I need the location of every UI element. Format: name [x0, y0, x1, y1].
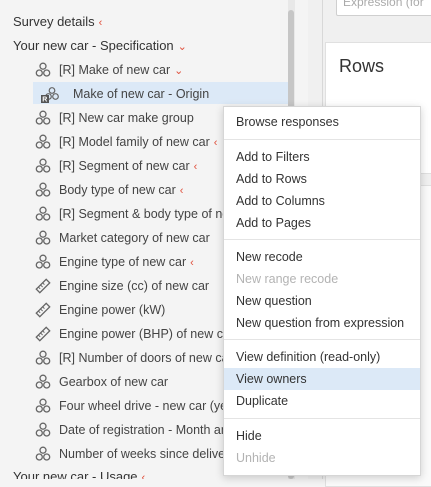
tree-item[interactable]: Number of weeks since delivery	[35, 443, 235, 465]
tree-item-label: [R] Model family of new car	[59, 135, 210, 149]
context-menu: Browse responses Add to Filters Add to Row…	[223, 106, 421, 476]
menu-item-new-recode[interactable]: New recode	[224, 246, 420, 268]
tree-item-label: Body type of new car	[59, 183, 176, 197]
menu-separator	[224, 418, 420, 419]
variable-set-icon	[35, 62, 51, 78]
tree-item-label: Engine power (BHP) of new car	[59, 327, 235, 341]
chevron-left-icon[interactable]: ‹	[190, 257, 194, 269]
variable-set-icon	[35, 350, 51, 366]
section-usage[interactable]: Your new car - Usage ‹	[13, 466, 145, 479]
ruler-icon	[35, 326, 51, 342]
tree-item-label: [R] Make of new car	[59, 63, 171, 77]
tree-item-label: Make of new car - Origin	[73, 87, 210, 101]
tree-item[interactable]: [R] Segment of new car ‹	[35, 155, 197, 177]
variable-set-icon	[35, 134, 51, 150]
menu-item-new-range-recode: New range recode	[236, 272, 339, 286]
variable-set-icon	[35, 254, 51, 270]
tree-item-label: Engine type of new car	[59, 255, 187, 269]
tree-item-label: Number of weeks since delivery	[59, 447, 236, 461]
variable-set-icon	[35, 446, 51, 462]
tree-item[interactable]: R Make of new car - Origin	[41, 83, 209, 105]
tree-item[interactable]: Gearbox of new car	[35, 371, 168, 393]
expression-input[interactable]: Expression (for	[336, 0, 431, 16]
chevron-down-icon[interactable]: ⌄	[178, 41, 187, 53]
tree-item-label: Engine power (kW)	[59, 303, 166, 317]
tree-item-label: [R] New car make group	[59, 111, 194, 125]
chevron-left-icon[interactable]: ‹	[180, 185, 184, 197]
tree-item[interactable]: [R] New car make group	[35, 107, 194, 129]
variable-set-icon	[35, 398, 51, 414]
chevron-left-icon[interactable]: ‹	[214, 137, 218, 149]
variable-set-icon	[35, 110, 51, 126]
tree-item[interactable]: Engine power (BHP) of new car	[35, 323, 234, 345]
chevron-down-icon[interactable]: ⌄	[174, 65, 183, 77]
menu-item-view-definition-read-only[interactable]: View definition (read-only)	[224, 346, 420, 368]
recode-icon: R	[41, 86, 59, 103]
tree-item[interactable]: [R] Make of new car ⌄	[35, 59, 183, 81]
menu-item-add-to-rows[interactable]: Add to Rows	[224, 168, 420, 190]
variable-set-icon	[35, 182, 51, 198]
tree-item[interactable]: Engine power (kW)	[35, 299, 165, 321]
svg-text:R: R	[42, 96, 47, 103]
tree-item-label: Market category of new car	[59, 231, 210, 245]
menu-separator	[224, 139, 420, 140]
section-specification[interactable]: Your new car - Specification ⌄	[13, 35, 187, 57]
tree-item[interactable]: [R] Model family of new car ‹	[35, 131, 217, 153]
section-survey-details[interactable]: Survey details ‹	[13, 11, 102, 33]
tree-item[interactable]: Body type of new car ‹	[35, 179, 183, 201]
tree-item-label: Gearbox of new car	[59, 375, 169, 389]
tree-item[interactable]: Engine type of new car ‹	[35, 251, 194, 273]
menu-item-add-to-columns[interactable]: Add to Columns	[224, 190, 420, 212]
variable-set-icon	[35, 422, 51, 438]
menu-separator	[224, 339, 420, 340]
tree-item[interactable]: [R] Number of doors of new car	[35, 347, 233, 369]
variable-set-icon	[35, 158, 51, 174]
ruler-icon	[35, 302, 51, 318]
variable-set-icon	[35, 206, 51, 222]
tree-item[interactable]: Engine size (cc) of new car	[35, 275, 209, 297]
chevron-left-icon[interactable]: ‹	[194, 161, 198, 173]
section-label: Survey details	[13, 14, 95, 29]
menu-item-add-to-filters[interactable]: Add to Filters	[224, 146, 420, 168]
menu-item-duplicate[interactable]: Duplicate	[224, 390, 420, 412]
ruler-icon	[35, 278, 51, 294]
tree-item-label: [R] Number of doors of new car	[59, 351, 233, 365]
variable-set-icon	[35, 230, 51, 246]
section-label: Your new car - Specification	[13, 38, 174, 53]
menu-separator	[224, 239, 420, 240]
variable-set-icon	[35, 374, 51, 390]
menu-item-unhide: Unhide	[236, 451, 276, 465]
menu-item-new-question-from-expression[interactable]: New question from expression	[224, 312, 420, 334]
chevron-left-icon[interactable]: ‹	[142, 472, 146, 479]
section-label: Your new car - Usage	[13, 469, 138, 479]
menu-item-add-to-pages[interactable]: Add to Pages	[224, 212, 420, 234]
tree-item-label: Engine size (cc) of new car	[59, 279, 210, 293]
tree-item[interactable]: Four wheel drive - new car (yes/no)	[35, 395, 255, 417]
chevron-left-icon[interactable]: ‹	[99, 17, 103, 29]
menu-item-hide[interactable]: Hide	[224, 425, 420, 447]
rows-title: Rows	[339, 56, 385, 76]
tree-item-label: [R] Segment of new car	[59, 159, 190, 173]
menu-item-browse-responses[interactable]: Browse responses	[224, 111, 420, 133]
menu-item-new-question[interactable]: New question	[224, 290, 420, 312]
tree-item[interactable]: Market category of new car	[35, 227, 210, 249]
menu-item-view-owners[interactable]: View owners	[224, 368, 420, 390]
